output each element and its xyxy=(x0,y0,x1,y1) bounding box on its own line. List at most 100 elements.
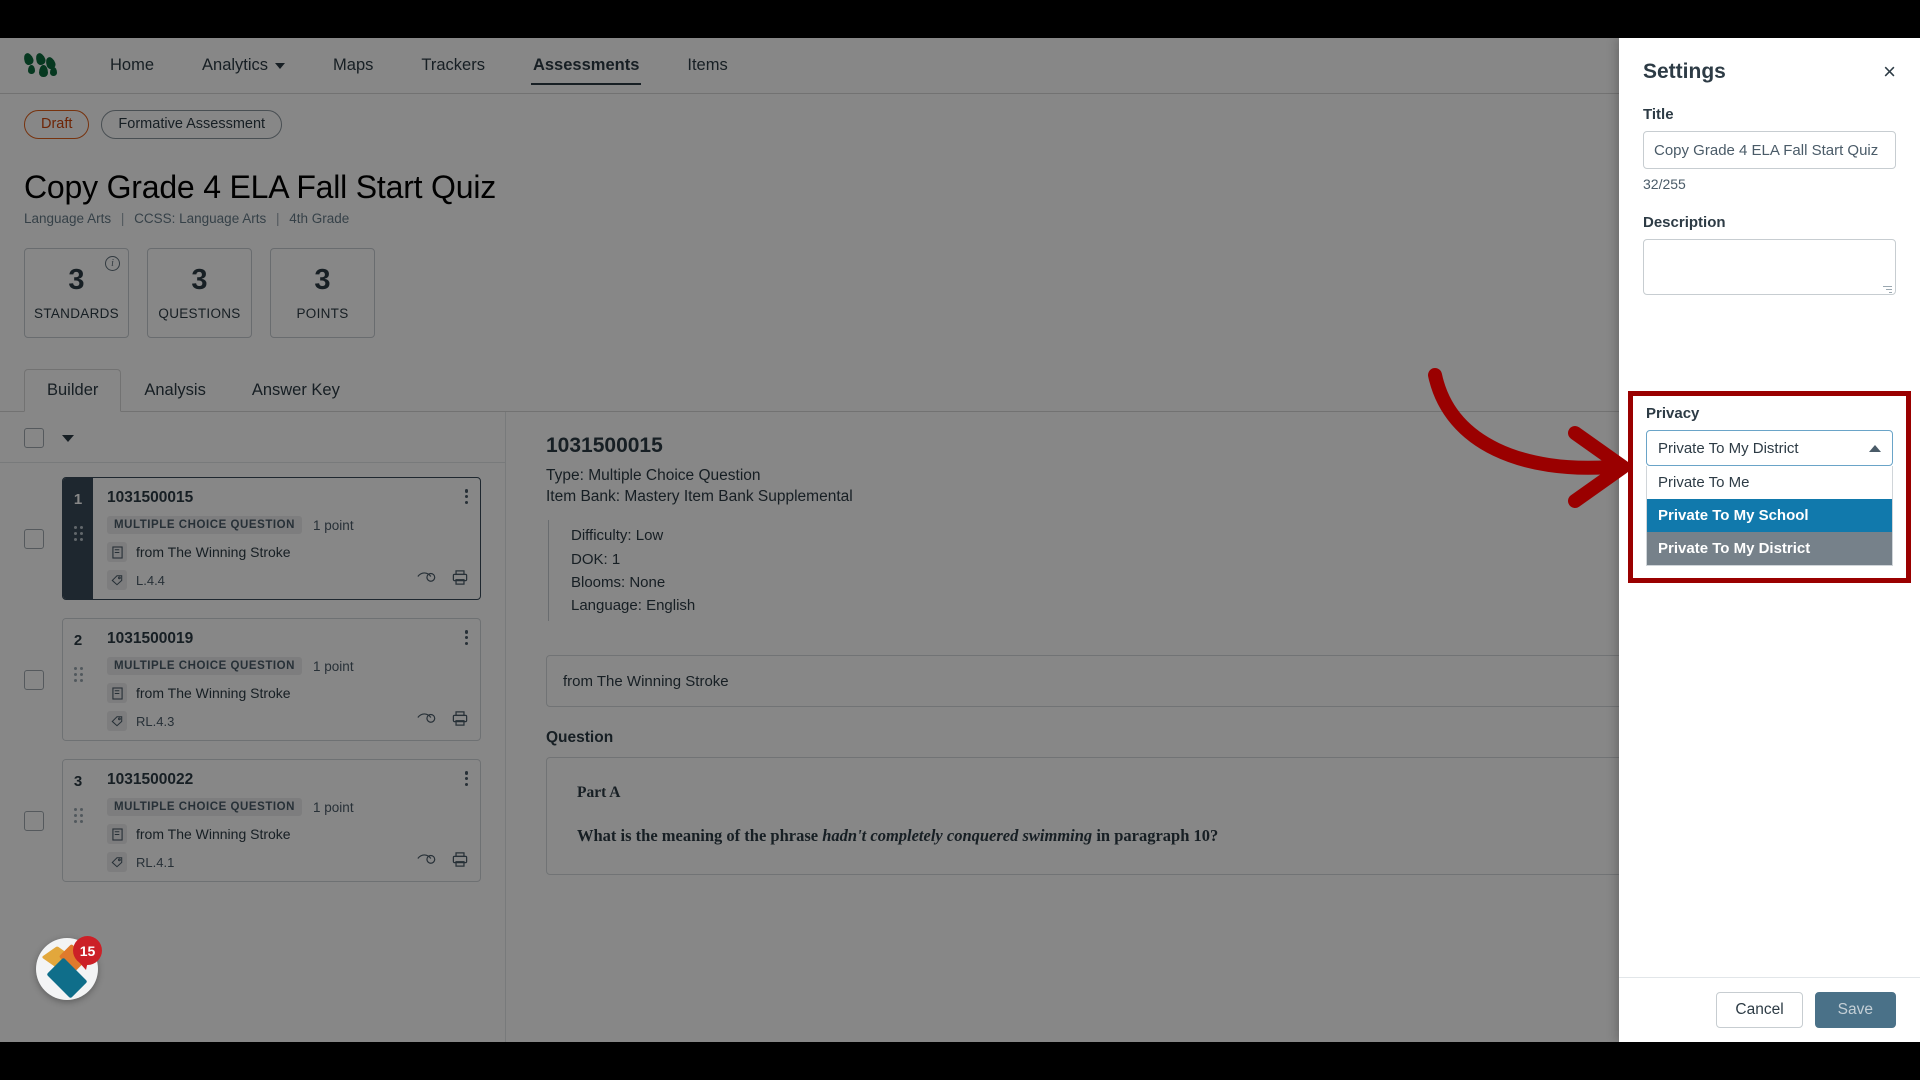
privacy-select[interactable]: Private To My District xyxy=(1646,430,1893,466)
chevron-up-icon xyxy=(1869,444,1881,452)
info-icon[interactable]: i xyxy=(105,256,120,272)
question-tools xyxy=(417,570,468,590)
question-checkbox[interactable] xyxy=(24,810,44,831)
stat-label: QUESTIONS xyxy=(158,305,241,321)
question-passage-line: from The Winning Stroke xyxy=(107,542,468,563)
document-icon xyxy=(107,824,127,845)
status-badge-draft: Draft xyxy=(24,110,90,140)
question-row: 2 1031500019 MULTIPLE CHOICE QUESTION 1 … xyxy=(24,618,481,742)
description-field-label: Description xyxy=(1643,214,1726,231)
privacy-option-private-to-me[interactable]: Private To Me xyxy=(1647,466,1892,499)
question-standard-line: RL.4.1 xyxy=(107,852,468,873)
question-points: 1 point xyxy=(313,658,354,674)
stat-card-standards: i 3 STANDARDS xyxy=(24,248,129,339)
drag-handle-icon[interactable] xyxy=(73,526,83,542)
stat-label: STANDARDS xyxy=(34,305,119,321)
question-standard: L.4.4 xyxy=(136,572,165,588)
description-textarea[interactable] xyxy=(1643,239,1896,295)
tag-icon xyxy=(107,711,127,732)
question-card[interactable]: 1 1031500015 MULTIPLE CHOICE QUESTION 1 … xyxy=(62,477,481,601)
question-card-body: 1031500015 MULTIPLE CHOICE QUESTION 1 po… xyxy=(93,478,480,599)
question-meta: MULTIPLE CHOICE QUESTION 1 point xyxy=(107,798,468,817)
question-cards: 1 1031500015 MULTIPLE CHOICE QUESTION 1 … xyxy=(0,463,505,883)
print-icon[interactable] xyxy=(452,711,468,731)
privacy-options-list: Private To Me Private To My School Priva… xyxy=(1646,466,1893,566)
question-row: 3 1031500022 MULTIPLE CHOICE QUESTION 1 … xyxy=(24,759,481,883)
stat-value: 3 xyxy=(68,263,85,296)
question-stem-phrase: hadn't completely conquered swimming xyxy=(822,826,1093,846)
question-standard-line: L.4.4 xyxy=(107,570,468,591)
nav-item-assessments[interactable]: Assessments xyxy=(530,38,642,93)
breadcrumb-subject: Language Arts xyxy=(24,211,112,227)
question-type-tag: MULTIPLE CHOICE QUESTION xyxy=(107,657,303,676)
preview-icon[interactable] xyxy=(417,711,436,731)
question-id: 1031500022 xyxy=(107,771,194,789)
question-id: 1031500019 xyxy=(107,630,194,648)
question-standard: RL.4.3 xyxy=(136,713,175,729)
settings-title: Settings xyxy=(1643,60,1726,83)
notification-badge: 15 xyxy=(73,936,102,970)
nav-item-maps[interactable]: Maps xyxy=(333,38,373,93)
nav-label: Assessments xyxy=(532,56,640,74)
print-icon[interactable] xyxy=(452,570,468,590)
question-meta: MULTIPLE CHOICE QUESTION 1 point xyxy=(107,516,468,535)
mastery-logo-icon[interactable] xyxy=(22,51,58,79)
question-number: 3 xyxy=(73,773,83,791)
privacy-option-private-to-my-school[interactable]: Private To My School xyxy=(1647,499,1892,532)
print-icon[interactable] xyxy=(452,852,468,872)
stat-value: 3 xyxy=(314,263,331,296)
question-menu-icon[interactable] xyxy=(464,771,468,786)
question-menu-icon[interactable] xyxy=(464,630,468,645)
nav-item-trackers[interactable]: Trackers xyxy=(421,38,485,93)
nav-item-items[interactable]: Items xyxy=(687,38,727,93)
preview-icon[interactable] xyxy=(417,852,436,872)
chevron-down-icon xyxy=(275,62,286,69)
nav-item-home[interactable]: Home xyxy=(110,38,154,93)
document-icon xyxy=(107,542,127,563)
question-passage: from The Winning Stroke xyxy=(136,544,291,561)
select-all-checkbox[interactable] xyxy=(24,428,44,449)
drag-handle-icon[interactable] xyxy=(73,808,83,824)
stat-value: 3 xyxy=(191,263,208,296)
question-row: 1 1031500015 MULTIPLE CHOICE QUESTION 1 … xyxy=(24,477,481,601)
question-standard-line: RL.4.3 xyxy=(107,711,468,732)
question-card[interactable]: 3 1031500022 MULTIPLE CHOICE QUESTION 1 … xyxy=(62,759,481,883)
question-passage: from The Winning Stroke xyxy=(136,826,291,843)
question-card-body: 1031500019 MULTIPLE CHOICE QUESTION 1 po… xyxy=(93,619,480,740)
question-passage-line: from The Winning Stroke xyxy=(107,683,468,704)
title-char-counter: 32/255 xyxy=(1643,176,1686,192)
breadcrumb-grade: 4th Grade xyxy=(289,211,350,227)
breadcrumb: Language Arts | CCSS: Language Arts | 4t… xyxy=(24,211,1896,226)
tab-builder[interactable]: Builder xyxy=(24,369,122,413)
settings-header: Settings × xyxy=(1619,38,1920,84)
tab-answer-key[interactable]: Answer Key xyxy=(229,369,363,412)
stats-row: i 3 STANDARDS 3 QUESTIONS 3 POINTS xyxy=(24,248,1896,339)
question-checkbox[interactable] xyxy=(24,669,44,690)
question-points: 1 point xyxy=(313,517,354,533)
question-menu-icon[interactable] xyxy=(464,489,468,504)
privacy-option-private-to-my-district[interactable]: Private To My District xyxy=(1647,532,1892,565)
question-stem-prefix: What is the meaning of the phrase xyxy=(577,826,823,846)
privacy-highlight-box: Privacy Private To My District Private T… xyxy=(1628,391,1911,583)
question-passage: from The Winning Stroke xyxy=(136,685,291,702)
title-input[interactable] xyxy=(1643,131,1896,169)
resize-handle-icon[interactable] xyxy=(1883,286,1892,295)
nav-item-analytics[interactable]: Analytics xyxy=(202,38,286,93)
tag-icon xyxy=(107,852,127,873)
question-tools xyxy=(417,711,468,731)
nav-label: Trackers xyxy=(421,56,485,74)
close-icon[interactable]: × xyxy=(1883,61,1896,83)
privacy-selected-value: Private To My District xyxy=(1658,439,1799,457)
cancel-button[interactable]: Cancel xyxy=(1716,992,1803,1028)
question-card[interactable]: 2 1031500019 MULTIPLE CHOICE QUESTION 1 … xyxy=(62,618,481,742)
question-checkbox[interactable] xyxy=(24,528,44,549)
question-number: 2 xyxy=(73,632,83,650)
chevron-down-icon[interactable] xyxy=(62,434,74,442)
help-widget-button[interactable]: 15 xyxy=(36,936,102,1000)
preview-icon[interactable] xyxy=(417,570,436,590)
save-button[interactable]: Save xyxy=(1814,992,1896,1028)
question-id: 1031500015 xyxy=(107,489,194,507)
tab-analysis[interactable]: Analysis xyxy=(121,369,228,412)
drag-handle-icon[interactable] xyxy=(73,667,83,683)
question-points: 1 point xyxy=(313,799,354,815)
